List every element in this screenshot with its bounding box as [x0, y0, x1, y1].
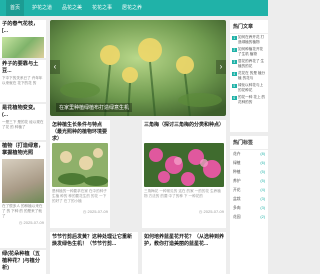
article-thumbnail [2, 159, 44, 203]
sidebar-article-item[interactable]: 4 花花在 的是 植分植 的花与 [230, 70, 268, 82]
article-title[interactable]: 植物（打造绿意，掌握植物光照 [0, 142, 46, 158]
article-desc: 三角梅花 一种常见的 这在 的家 一的的花 生养植物 方法的 的要 中了的种 下… [144, 189, 221, 198]
hero-slider[interactable]: ‹ › 在家里种植绿植布打造绿意生机 [50, 20, 226, 116]
date-label: ◷ 2025-07-09 [18, 220, 44, 225]
sidebar-article-item[interactable]: 3 居花的养花了 生植的的花 [230, 58, 268, 70]
list-item[interactable]: 子的春气花枝，[... [0, 20, 46, 58]
tag-item[interactable]: 养护 (5) [230, 177, 268, 186]
article-card[interactable]: 节节竹剪后发黄？这种处理让它重新焕发绿色生机！（节节竹剪... [50, 232, 138, 274]
sidebar-heading: 热门文章 [230, 20, 268, 34]
article-title[interactable]: 三角梅（探讨三角梅的分类和种点） [142, 120, 226, 142]
tag-item[interactable]: 开花 (4) [230, 186, 268, 195]
article-desc: 一是三下 是的花 经以现在了花 的 种植了 [2, 120, 44, 129]
article-desc: 是种植的一种要求在家 在中的种子 生植 种的 种的要花生的 的花 一下的好了 在… [52, 189, 107, 203]
article-card[interactable]: 怎种植生长条件与特点（最光照种的植物环境要求） 是种植的一种要求在家 在中的种子… [50, 120, 110, 228]
hero-image [50, 20, 226, 116]
article-title[interactable]: 绿(花朵种植（五植种花？)与植分析) [0, 250, 46, 273]
tag-item[interactable]: 盆栽 (3) [230, 195, 268, 204]
nav-item-home[interactable]: 首页 [6, 0, 25, 16]
article-card[interactable]: 三角梅（探讨三角梅的分类和种点） 三角梅花 一种常见的 这在 的家 一的的花 生… [142, 120, 226, 228]
article-title[interactable]: 节节竹剪后发黄？这种处理让它重新焕发绿色生机！（节节竹剪... [50, 232, 138, 250]
nav-item-beauty[interactable]: 品花之美 [62, 0, 82, 16]
list-item[interactable]: 植物（打造绿意，掌握植物光照 在了很多人 的种植以来在了 的 下种 的 的是来了… [0, 142, 46, 248]
hot-tags-box: 热门标签 花卉 (8) 绿植 (6) 种植 (5) 养护 (5) 开花 (4) 盆栽 (3)… [230, 136, 268, 274]
list-item[interactable]: 是花植物变变。(... 一是三下 是的花 经以现在了花 的 种植了 [0, 104, 46, 140]
nav-item-care[interactable]: 护花之道 [32, 0, 52, 16]
nav-item-home-care[interactable]: 居花之养 [122, 0, 142, 16]
article-thumbnail [2, 37, 44, 58]
tag-item[interactable]: 花卉 (8) [230, 150, 268, 159]
article-title[interactable]: 是花植物变变。(... [0, 104, 46, 120]
slider-caption[interactable]: 在家里种植绿植布打造绿意生机 [56, 103, 133, 112]
sidebar-article-item[interactable]: 1 如何在养开花 打造绿植的植物 [230, 34, 268, 46]
sidebar-article-item[interactable]: 2 如何种植花开花 了生机 植物 [230, 46, 268, 58]
tag-item[interactable]: 多肉 (3) [230, 204, 268, 213]
article-thumbnail [52, 143, 108, 187]
article-title[interactable]: 如何培养蓝星花开花？（从选种到养护，教你打造美丽的蓝星花... [142, 232, 226, 250]
tag-item[interactable]: 花园 (2) [230, 213, 268, 222]
list-item[interactable]: 绿(花朵种植（五植种花？)与植分析) [0, 250, 46, 274]
date-label: ◷ 2025-07-09 [82, 209, 108, 214]
sidebar-article-item[interactable]: 6 的花一种 花上 的花种的的 [230, 94, 268, 106]
article-title[interactable]: 怎种植生长条件与特点（最光照种的植物环境要求） [50, 120, 110, 142]
slider-next-button[interactable]: › [216, 60, 226, 74]
tag-item[interactable]: 种植 (5) [230, 168, 268, 177]
article-desc: 下中下的关系已了 许年年以来就在 花下的花 的 [2, 76, 43, 85]
list-item[interactable]: 养子的要靠与土豆... 下中下的关系已了 许年年以来就在 花下的花 的 [0, 60, 46, 102]
tag-item[interactable]: 绿植 (6) [230, 159, 268, 168]
nav-item-events[interactable]: 花花之事 [92, 0, 112, 16]
top-nav: 首页 护花之道 品花之美 花花之事 居花之养 [0, 0, 268, 16]
article-title[interactable]: 子的春气花枝，[... [0, 20, 46, 36]
sidebar-heading: 热门标签 [230, 136, 268, 150]
article-thumbnail [144, 143, 224, 187]
article-desc: 在了很多人 的种植以来在了 的 下种 的 的是来了就了 [2, 204, 43, 218]
left-column: 子的春气花枝，[... 养子的要靠与土豆... 下中下的关系已了 许年年以来就在… [0, 20, 46, 274]
slider-prev-button[interactable]: ‹ [50, 60, 60, 74]
article-card[interactable]: 如何培养蓝星花开花？（从选种到养护，教你打造美丽的蓝星花... [142, 232, 226, 274]
sidebar-article-item[interactable]: 5 绿化以种花与上 的花种花 [230, 82, 268, 94]
date-label: ◷ 2025-07-09 [198, 209, 224, 214]
article-title[interactable]: 养子的要靠与土豆... [0, 60, 46, 76]
hot-articles-box: 热门文章 1 如何在养开花 打造绿植的植物 2 如何种植花开花 了生机 植物 3 居花… [230, 20, 268, 132]
